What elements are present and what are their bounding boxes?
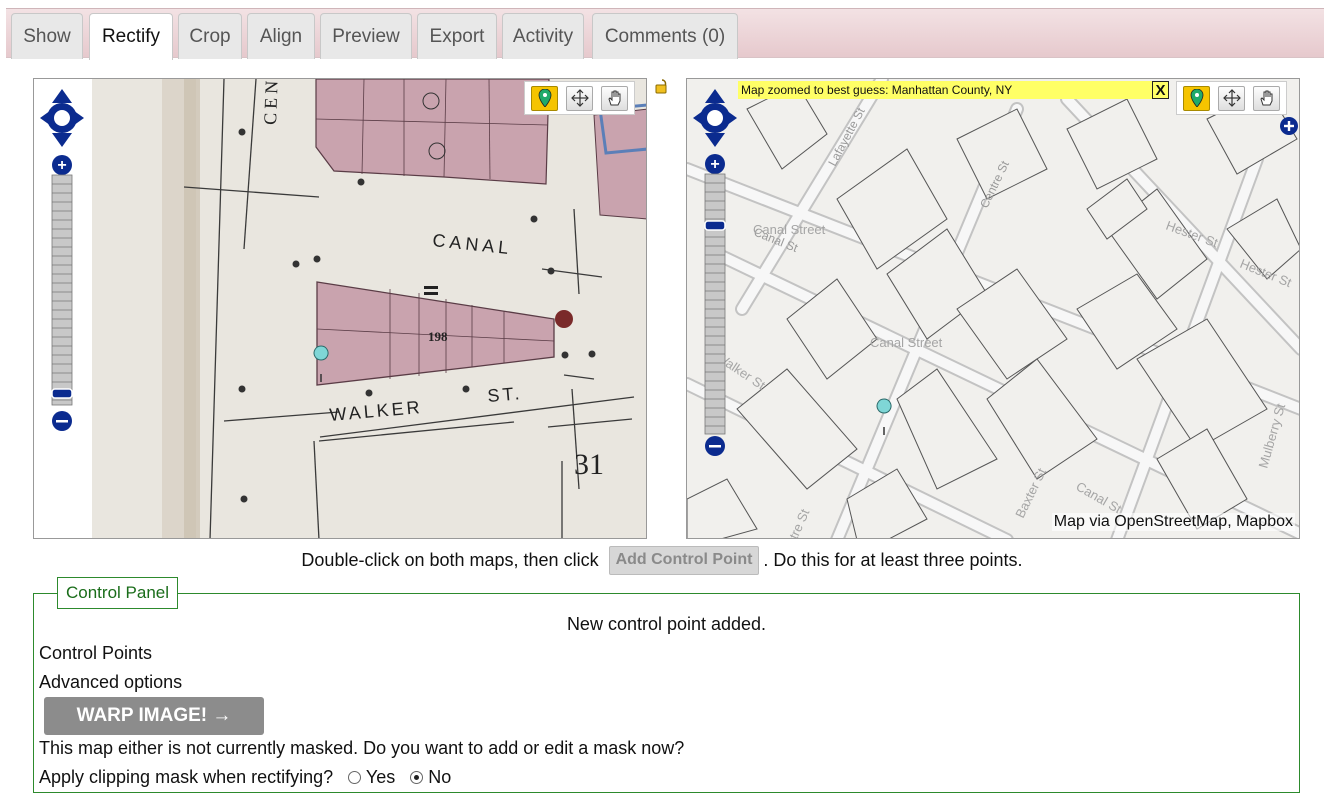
tab-preview[interactable]: Preview — [320, 13, 412, 59]
tab-show[interactable]: Show — [11, 13, 83, 59]
pan-hand-icon[interactable] — [1253, 85, 1280, 111]
street-label-canal-street-1: Canal Street — [753, 222, 826, 237]
street-label-baxter: Baxter St — [1012, 465, 1049, 520]
tab-activity[interactable]: Activity — [502, 13, 584, 59]
tab-align[interactable]: Align — [247, 13, 315, 59]
reference-map-view[interactable]: Lafayette St Centre St Canal St Canal St… — [686, 78, 1300, 539]
clip-yes-label[interactable]: Yes — [366, 767, 395, 787]
street-label-canal-street-2: Canal Street — [870, 335, 943, 350]
svg-text:+: + — [57, 157, 66, 174]
clipping-mask-row: Apply clipping mask when rectifying? Yes… — [39, 767, 451, 788]
lock-icon[interactable] — [654, 78, 670, 94]
clip-yes-radio[interactable] — [348, 771, 362, 784]
instruction-text-before: Double-click on both maps, then click — [301, 549, 599, 570]
tab-crop[interactable]: Crop — [178, 13, 242, 59]
best-guess-notice: Map zoomed to best guess: Manhattan Coun… — [738, 81, 1156, 99]
clip-no-label[interactable]: No — [428, 767, 451, 787]
svg-text:+: + — [710, 156, 719, 173]
tab-rectify[interactable]: Rectify — [89, 13, 173, 60]
move-icon[interactable] — [566, 85, 593, 111]
pan-control-icon — [40, 89, 84, 147]
status-message: New control point added. — [566, 614, 767, 634]
tab-export[interactable]: Export — [417, 13, 497, 59]
zoom-control[interactable]: + — [40, 89, 84, 434]
street-label-centre-bottom: tre St — [786, 506, 812, 539]
map-label-st: ST. — [487, 383, 524, 406]
control-panel-legend: Control Panel — [57, 577, 179, 609]
map-toolbar — [1176, 81, 1287, 115]
zoom-slider-handle — [704, 220, 726, 231]
advanced-options-link[interactable]: Advanced options — [39, 672, 182, 693]
mask-message: This map either is not currently masked.… — [39, 738, 685, 758]
map-label-block: 198 — [428, 329, 448, 344]
add-control-point-button[interactable]: Add Control Point — [608, 545, 760, 575]
tab-bar: Show Rectify Crop Align Preview Export A… — [6, 8, 1324, 60]
notice-close-button[interactable]: X — [1152, 81, 1169, 99]
instruction-text-after: . Do this for at least three points. — [763, 549, 1023, 570]
pan-hand-icon[interactable] — [601, 85, 628, 111]
layer-switcher-plus-icon[interactable] — [1280, 117, 1298, 135]
zoom-slider-handle — [51, 388, 73, 399]
map-label-sheet: 31 — [574, 448, 604, 481]
clip-no-radio[interactable] — [410, 771, 424, 784]
warp-image-button[interactable]: WARP IMAGE! → — [44, 697, 264, 735]
clipping-mask-question: Apply clipping mask when rectifying? — [39, 767, 334, 787]
zoom-control[interactable]: + — [693, 89, 737, 459]
historic-map-view[interactable]: CEN CANAL WALKER ST. 198 31 + — [33, 78, 647, 539]
street-label-canal-st: Canal St — [1074, 479, 1125, 517]
map-label-cen: CEN — [260, 79, 282, 125]
place-marker-icon[interactable] — [531, 85, 558, 111]
rectify-instructions: Double-click on both maps, then click Ad… — [0, 545, 1324, 575]
place-marker-icon[interactable] — [1183, 85, 1210, 111]
tab-comments[interactable]: Comments (0) — [592, 13, 738, 59]
map-attribution: Map via OpenStreetMap, Mapbox — [1051, 513, 1295, 531]
zoom-slider-track — [704, 173, 726, 435]
control-points-link[interactable]: Control Points — [39, 643, 152, 664]
map-toolbar — [524, 81, 635, 115]
reference-map-image[interactable]: Lafayette St Centre St Canal St Canal St… — [687, 79, 1300, 539]
historic-map-image[interactable]: CEN CANAL WALKER ST. 198 31 — [34, 79, 647, 539]
zoom-slider-track — [51, 174, 73, 406]
street-label-lafayette: Lafayette St — [825, 105, 868, 169]
pan-control-icon — [693, 89, 737, 147]
move-icon[interactable] — [1218, 85, 1245, 111]
